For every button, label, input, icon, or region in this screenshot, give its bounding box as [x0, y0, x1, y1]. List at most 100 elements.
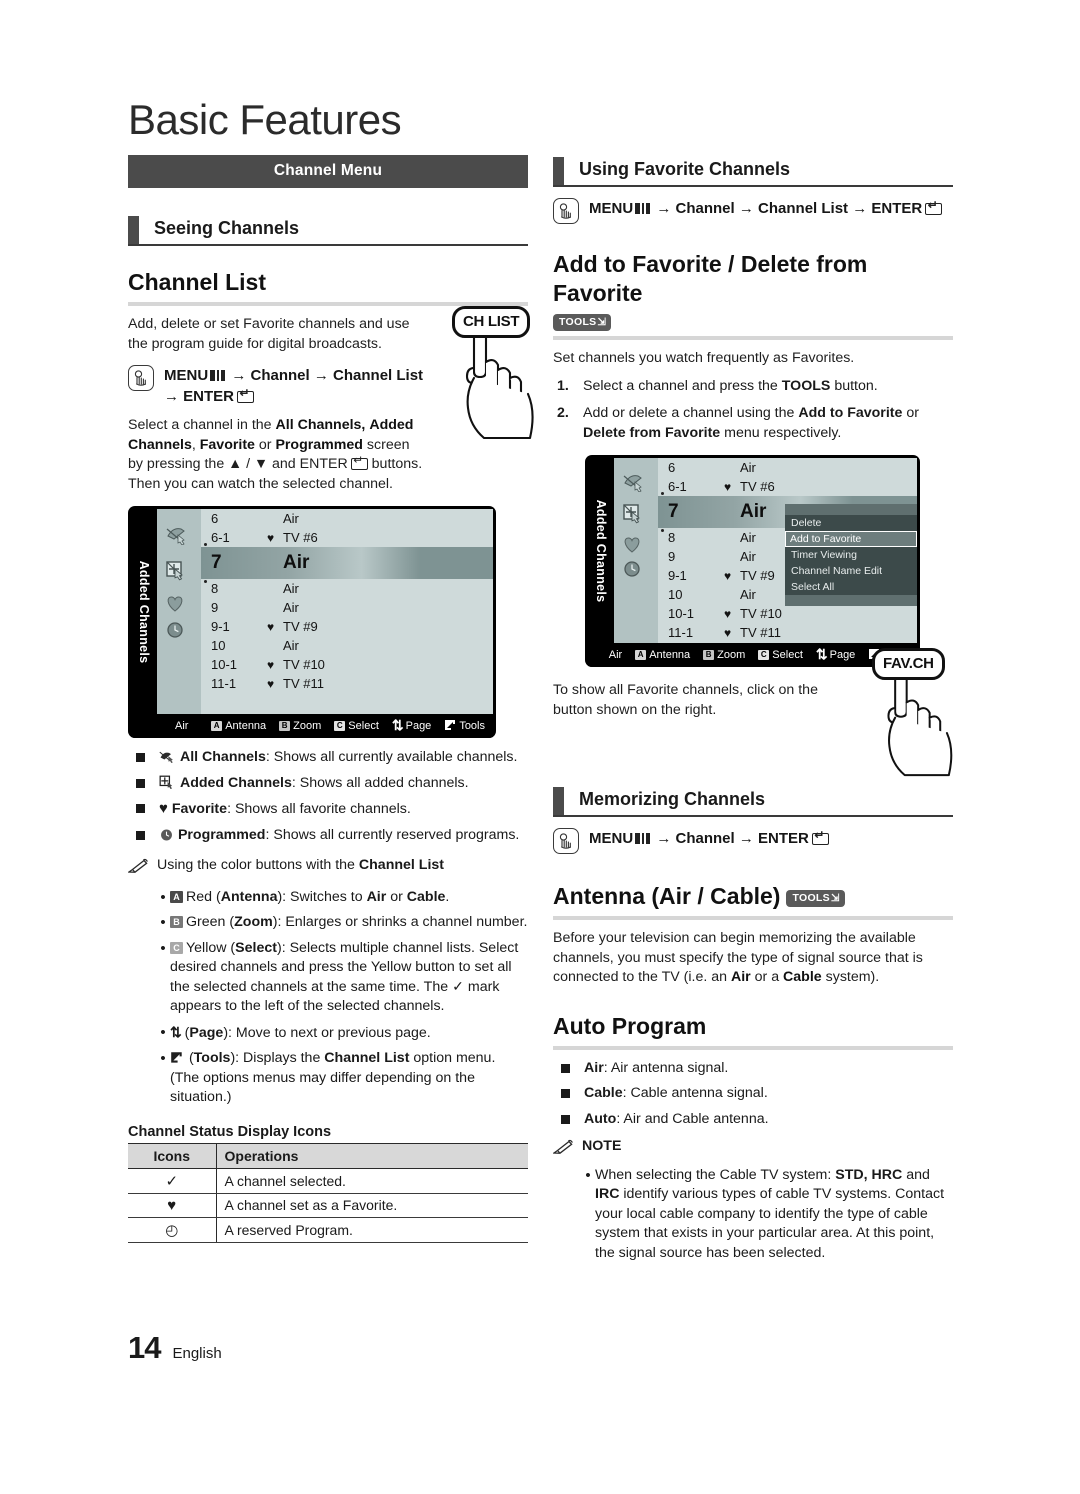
tv-row-name: TV #6	[740, 479, 775, 494]
note-e: identify various types of cable TV syste…	[595, 1186, 945, 1261]
desc-programmed: : Shows all currently reserved programs.	[265, 826, 520, 843]
yellow-key-icon: C	[170, 941, 183, 954]
page-footer: 14 English	[128, 1330, 222, 1366]
tv-row-selected[interactable]: 7 Air	[201, 547, 493, 579]
list-item-text: A Red (Antenna): Switches to Air or Cable…	[170, 888, 528, 908]
tv-row[interactable]: 10-1 ♥ TV #10	[658, 604, 917, 623]
key-c-icon: C	[758, 649, 770, 660]
channel-status-table: Icons Operations ✓ A channel selected. ♥ A …	[128, 1143, 528, 1243]
tv-bar-key-zoom[interactable]: B Zoom	[703, 649, 745, 661]
favorite-heart-icon: ♥	[724, 625, 732, 640]
status-table-title: Channel Status Display Icons	[128, 1124, 528, 1144]
sel-text-2b: ,	[191, 436, 200, 453]
added-channels-icon[interactable]	[621, 502, 647, 524]
list-item-text: (Tools): Displays the Channel List optio…	[170, 1049, 528, 1108]
page-updown-icon: ⇅	[815, 646, 828, 662]
tv-row[interactable]: 9 Air	[201, 598, 493, 617]
channel-menu-banner: Channel Menu	[128, 155, 528, 188]
tv-bar-key-zoom[interactable]: B Zoom	[279, 720, 321, 732]
tv-bar-key-tools[interactable]: Tools	[444, 719, 485, 733]
tv-bar-key-select[interactable]: C Select	[334, 720, 379, 732]
tv-row-number: 7	[211, 552, 222, 573]
tv-bar-key-page[interactable]: ⇅ Page	[392, 717, 431, 734]
enter-key-icon	[925, 199, 943, 215]
row-marker-dot	[204, 543, 207, 546]
tv-bar-key-antenna[interactable]: A Antenna	[211, 720, 266, 732]
context-menu-item[interactable]: Select All	[785, 579, 917, 595]
enter-label: ENTER	[758, 830, 809, 847]
all-channels-icon[interactable]	[621, 470, 647, 493]
tv-category-icons	[157, 509, 201, 714]
tv-row[interactable]: 8 Air	[201, 579, 493, 598]
programmed-clock-icon[interactable]	[164, 619, 190, 641]
green-key-icon: B	[170, 916, 183, 928]
list-item: ♥ Favorite: Shows all favorite channels.	[128, 799, 528, 820]
remote-hand-icon	[128, 365, 154, 391]
row-marker-dot	[661, 529, 664, 532]
red-e: or	[386, 888, 407, 905]
term-favorite: Favorite	[171, 801, 228, 817]
tv-bar-air: Air	[175, 719, 189, 732]
tv-row-number: 9-1	[211, 619, 230, 634]
tv-row[interactable]: 9-1 ♥ TV #9	[201, 617, 493, 636]
tv-row[interactable]: 11-1 ♥ TV #11	[201, 674, 493, 693]
context-menu[interactable]: Delete Add to Favorite Timer Viewing Channe…	[785, 504, 917, 606]
page-updown-icon: ⇅	[391, 717, 404, 733]
list-item: • B Green (Zoom): Enlarges or shrinks a c…	[128, 913, 528, 933]
heart-icon: ♥	[128, 1193, 217, 1218]
menu-label: MENU	[589, 830, 634, 847]
tv-row[interactable]: 11-1 ♥ TV #11	[658, 623, 917, 642]
context-menu-item[interactable]: Delete	[785, 515, 917, 531]
ch-list-button[interactable]: CH LIST	[452, 306, 531, 338]
context-menu-item[interactable]: Channel Name Edit	[785, 563, 917, 579]
added-channels-icon[interactable]	[164, 559, 190, 581]
tv-bar-key-antenna[interactable]: A Antenna	[635, 649, 690, 661]
favorite-heart-icon: ♥	[267, 530, 275, 545]
heading-antenna: Antenna (Air / Cable) TOOLS⇲	[553, 882, 953, 911]
tv-row-name: Air	[283, 600, 299, 615]
tv-sidebar-label: Added Channels	[594, 499, 608, 602]
tv-row-name: TV #11	[740, 625, 781, 640]
favorite-heart-icon[interactable]	[164, 593, 190, 615]
tv-bar-zoom-label: Zoom	[717, 648, 746, 661]
fav-ch-button[interactable]: FAV.CH	[872, 648, 945, 680]
favorite-heart-icon[interactable]	[621, 534, 647, 556]
auto-term: Air	[584, 1059, 604, 1076]
yellow-a: Yellow (	[186, 939, 236, 956]
tv-row[interactable]: 10 Air	[201, 636, 493, 655]
desc-added-channels: : Shows all added channels.	[291, 774, 469, 791]
menu-grid-icon	[210, 370, 226, 381]
all-channels-icon[interactable]	[164, 523, 190, 546]
tv-row[interactable]: 6-1 ♥ TV #6	[658, 477, 917, 496]
tv-row[interactable]: 6 Air	[201, 509, 493, 528]
heading-rule	[553, 336, 953, 340]
context-menu-titlebar	[785, 504, 917, 515]
context-menu-item[interactable]: Timer Viewing	[785, 547, 917, 563]
tv-screen-mockup-right: Added Channels 6 Air 6-1 ♥ TV #6 7 Air 8…	[585, 455, 920, 667]
tools-arrow-icon: ⇲	[597, 317, 607, 328]
tv-bar-select-label: Select	[348, 719, 379, 732]
list-item-text: Cable: Cable antenna signal.	[584, 1084, 953, 1104]
enter-key-icon-2	[350, 454, 368, 470]
ch-list-remote-illustration: CH LIST	[452, 306, 534, 440]
context-menu-item[interactable]: Add to Favorite	[785, 531, 917, 547]
tv-bar-key-page[interactable]: ⇅ Page	[816, 646, 855, 663]
tv-row[interactable]: 10-1 ♥ TV #10	[201, 655, 493, 674]
pencil-icon	[552, 1137, 575, 1162]
section-tab-marker	[128, 216, 139, 244]
list-item-text: ♥ Favorite: Shows all favorite channels.	[159, 799, 528, 820]
red-a: Red (	[186, 888, 221, 905]
tv-row[interactable]: 6-1 ♥ TV #6	[201, 528, 493, 547]
tools-a: (	[185, 1050, 194, 1066]
tv-row-name: Air	[740, 460, 756, 475]
square-bullet	[136, 804, 145, 813]
channel-list-label: Channel List	[333, 367, 424, 384]
row-marker-dot	[204, 580, 207, 583]
tv-screen-mockup-left: Added Channels 6 Air 6-1 ♥ TV #6 7 Air 8…	[128, 506, 496, 738]
programmed-clock-icon[interactable]	[621, 558, 647, 580]
dot-bullet: •	[160, 888, 166, 906]
tv-row[interactable]: 6 Air	[658, 458, 917, 477]
tv-bar-zoom-label: Zoom	[293, 719, 322, 732]
section-head-label: Using Favorite Channels	[579, 159, 791, 179]
tv-bar-key-select[interactable]: C Select	[758, 649, 803, 661]
